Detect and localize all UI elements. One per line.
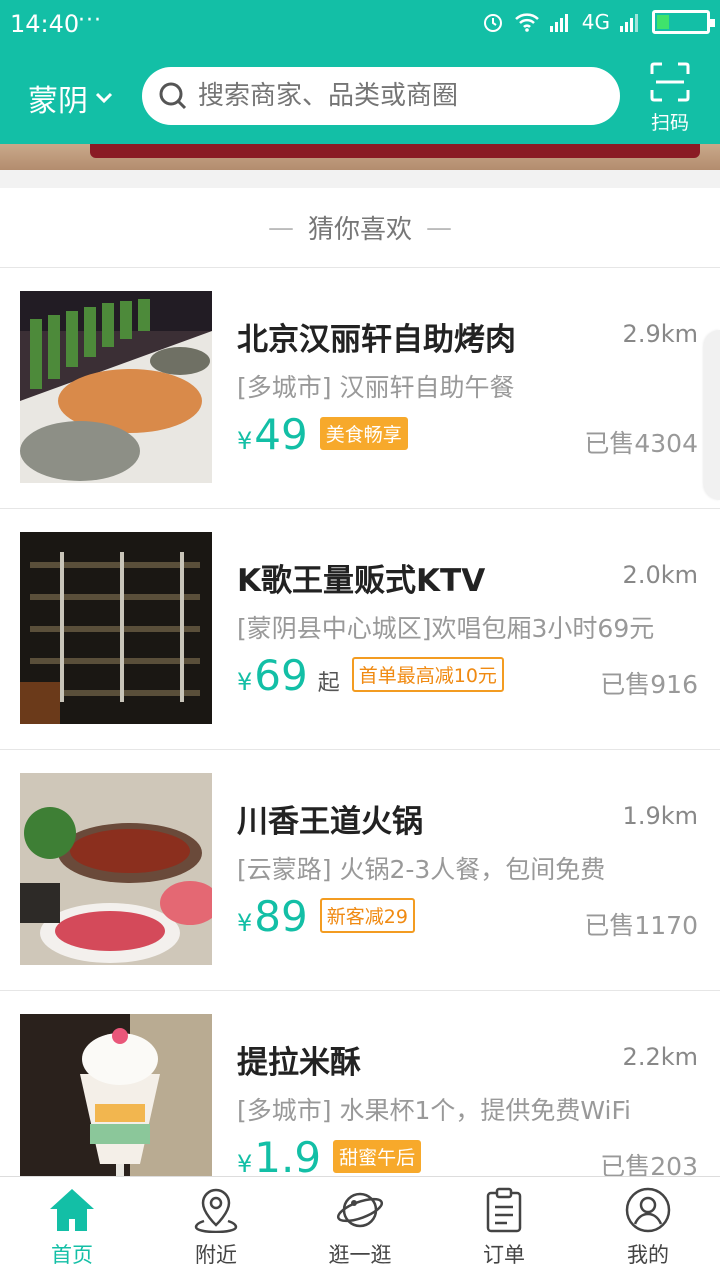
bottom-tab-bar: 首页 附近 逛一逛 订单 我的 [0,1176,720,1280]
price-suffix: 起 [317,671,340,696]
currency-symbol: ¥ [237,909,253,937]
scan-button[interactable]: 扫码 [640,62,700,135]
tab-nearby[interactable]: 附近 [144,1177,288,1280]
item-sold-count: 已售916 [600,670,698,699]
search-icon [159,82,187,110]
recommend-list: 北京汉丽轩自助烤肉 2.9km [多城市] 汉丽轩自助午餐 ¥ 49 美食畅享 … [0,268,720,1176]
status-more-icon: ··· [78,8,102,33]
list-item[interactable]: 川香王道火锅 1.9km [云蒙路] 火锅2-3人餐，包间免费 ¥ 89 新客减… [0,750,720,991]
tab-label: 附近 [195,1243,237,1267]
item-price-row: ¥ 49 美食畅享 [237,410,408,459]
status-icons: 4G [482,10,715,34]
item-name: K歌王量贩式KTV [237,563,486,599]
city-name: 蒙阴 [28,84,88,119]
top-header: 蒙阴 扫码 [0,52,720,144]
user-icon [625,1187,671,1233]
currency-symbol: ¥ [237,1150,253,1176]
list-item[interactable]: K歌王量贩式KTV 2.0km [蒙阴县中心城区]欢唱包厢3小时69元 ¥ 69… [0,509,720,750]
item-price: 69 [254,651,308,700]
search-bar[interactable] [142,67,620,125]
alarm-icon [483,14,502,32]
tab-profile[interactable]: 我的 [576,1177,720,1280]
search-input[interactable] [198,81,598,111]
banner-strip[interactable] [0,144,720,170]
status-time: 14:40 [10,10,80,38]
city-selector[interactable]: 蒙阴 [28,76,114,120]
tab-label: 订单 [483,1243,525,1267]
battery-icon [652,10,715,34]
currency-symbol: ¥ [237,427,253,455]
item-price-row: ¥ 89 新客减29 [237,892,415,941]
scan-label: 扫码 [650,112,689,134]
item-price-row: ¥ 1.9 甜蜜午后 [237,1133,422,1176]
item-price: 1.9 [254,1133,322,1176]
planet-icon [336,1192,384,1228]
item-thumbnail [20,773,212,965]
clipboard-icon [486,1187,522,1233]
item-description: [多城市] 汉丽轩自助午餐 [237,373,515,402]
item-distance: 2.9km [622,320,698,348]
item-thumbnail [20,1014,212,1176]
item-price-row: ¥ 69 起 首单最高减10元 [237,651,504,700]
section-title-text: 猜你喜欢 [307,215,412,245]
section-title: — 猜你喜欢 — [0,188,720,268]
promo-tag: 新客减29 [319,898,415,933]
tab-label: 逛一逛 [328,1243,392,1267]
signal-icon [549,14,568,32]
tab-orders[interactable]: 订单 [432,1177,576,1280]
item-description: [蒙阴县中心城区]欢唱包厢3小时69元 [237,614,655,643]
item-sold-count: 已售4304 [584,429,698,458]
scan-icon [650,62,690,102]
home-icon [50,1189,94,1231]
item-distance: 2.2km [622,1043,698,1071]
wifi-icon [514,13,539,32]
list-item[interactable]: 北京汉丽轩自助烤肉 2.9km [多城市] 汉丽轩自助午餐 ¥ 49 美食畅享 … [0,268,720,509]
tab-home[interactable]: 首页 [0,1177,144,1280]
promo-tag: 甜蜜午后 [333,1140,422,1173]
location-pin-icon [194,1188,238,1233]
item-name: 北京汉丽轩自助烤肉 [237,322,516,358]
tab-label: 首页 [51,1243,93,1267]
item-description: [多城市] 水果杯1个，提供免费WiFi [237,1096,631,1125]
item-description: [云蒙路] 火锅2-3人餐，包间免费 [237,855,606,884]
promo-tag: 首单最高减10元 [351,657,504,692]
item-thumbnail [20,532,212,724]
status-bar: 14:40 ··· 4G [0,0,720,52]
item-price: 89 [254,892,308,941]
list-item[interactable]: 提拉米酥 2.2km [多城市] 水果杯1个，提供免费WiFi ¥ 1.9 甜蜜… [0,991,720,1176]
item-name: 川香王道火锅 [237,804,423,840]
currency-symbol: ¥ [237,668,253,696]
network-type: 4G [581,10,610,34]
item-sold-count: 已售203 [600,1152,698,1176]
section-gap [0,170,720,188]
item-thumbnail [20,291,212,483]
item-price: 49 [254,410,308,459]
promo-tag: 美食畅享 [319,417,408,450]
tab-label: 我的 [627,1243,669,1267]
item-name: 提拉米酥 [237,1045,361,1081]
signal-icon-2 [620,14,638,32]
tab-explore[interactable]: 逛一逛 [288,1177,432,1280]
side-pull-tab[interactable] [704,330,720,500]
item-sold-count: 已售1170 [584,911,698,940]
chevron-down-icon [95,92,113,104]
item-distance: 1.9km [622,802,698,830]
item-distance: 2.0km [622,561,698,589]
